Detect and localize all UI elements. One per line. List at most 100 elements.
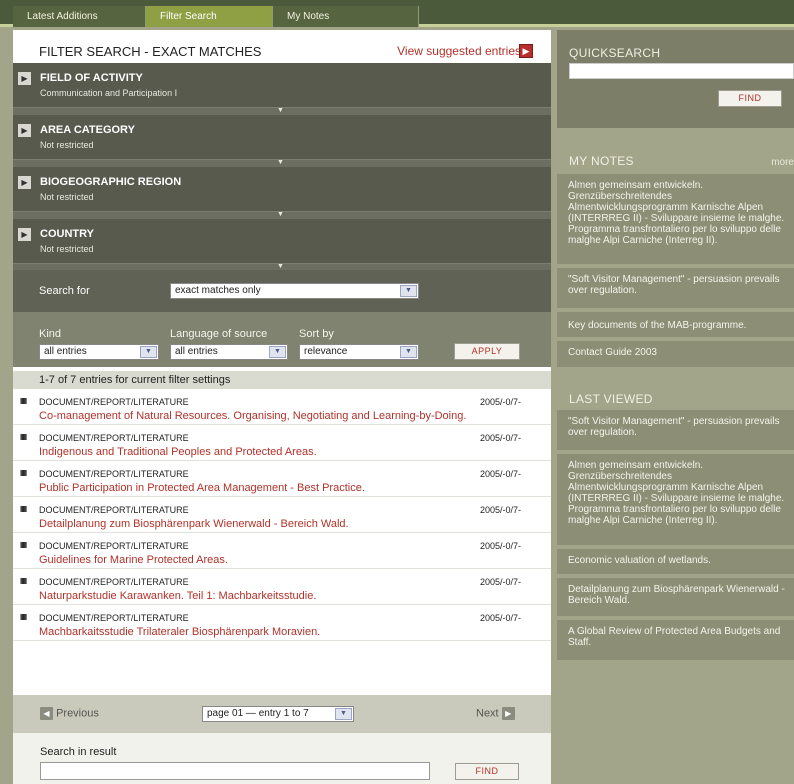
previous-label: Previous [56, 707, 99, 720]
results-list: IIIII DOCUMENT/REPORT/LITERATURE 2005/-0… [13, 389, 551, 641]
result-title-link[interactable]: Co-management of Natural Resources. Orga… [39, 410, 466, 422]
facet-value: Communication and Participation I [40, 88, 178, 98]
facet-country[interactable]: ▶ COUNTRY Not restricted ▼ [13, 219, 551, 271]
next-button[interactable]: Next ▶ [476, 707, 515, 720]
result-type: DOCUMENT/REPORT/LITERATURE [39, 433, 189, 443]
last-viewed-item[interactable]: A Global Review of Protected Area Budget… [557, 620, 794, 660]
results-count: 1-7 of 7 entries for current filter sett… [13, 371, 551, 389]
result-type: DOCUMENT/REPORT/LITERATURE [39, 397, 189, 407]
sort-select[interactable]: relevance ▼ [299, 344, 419, 360]
find-button[interactable]: FIND [455, 763, 519, 780]
result-date: 2005/-0/7- [480, 577, 522, 587]
relevance-indicator: IIIII [20, 505, 27, 514]
right-sidebar: QUICKSEARCH FIND MY NOTES more Almen gem… [557, 30, 794, 784]
note-item[interactable]: Contact Guide 2003 [557, 341, 794, 367]
result-date: 2005/-0/7- [480, 397, 522, 407]
top-tab-bar: Latest Additions Filter Search My Notes [0, 0, 794, 27]
result-type: DOCUMENT/REPORT/LITERATURE [39, 541, 189, 551]
view-suggested-link[interactable]: View suggested entries [397, 44, 521, 58]
result-title-link[interactable]: Naturparkstudie Karawanken. Teil 1: Mach… [39, 590, 316, 602]
result-type: DOCUMENT/REPORT/LITERATURE [39, 469, 189, 479]
result-title-link[interactable]: Public Participation in Protected Area M… [39, 482, 365, 494]
result-type: DOCUMENT/REPORT/LITERATURE [39, 613, 189, 623]
quicksearch-input[interactable] [569, 63, 794, 79]
facet-toggle-bar[interactable]: ▼ [13, 107, 551, 115]
language-select[interactable]: all entries ▼ [170, 344, 288, 360]
filter-options-row: Kind Language of source Sort by all entr… [13, 312, 551, 367]
facet-value: Not restricted [40, 244, 94, 254]
facet-field-of-activity[interactable]: ▶ FIELD OF ACTIVITY Communication and Pa… [13, 63, 551, 115]
filter-search-panel: FILTER SEARCH - EXACT MATCHES View sugge… [13, 30, 551, 784]
expand-icon[interactable]: ▶ [18, 124, 31, 137]
result-item[interactable]: IIIII DOCUMENT/REPORT/LITERATURE 2005/-0… [13, 569, 551, 605]
facet-title: BIOGEOGRAPHIC REGION [40, 176, 182, 188]
result-item[interactable]: IIIII DOCUMENT/REPORT/LITERATURE 2005/-0… [13, 461, 551, 497]
relevance-indicator: IIIII [20, 541, 27, 550]
result-item[interactable]: IIIII DOCUMENT/REPORT/LITERATURE 2005/-0… [13, 425, 551, 461]
expand-icon[interactable]: ▶ [18, 72, 31, 85]
expand-icon[interactable]: ▶ [18, 228, 31, 241]
facet-biogeographic-region[interactable]: ▶ BIOGEOGRAPHIC REGION Not restricted ▼ [13, 167, 551, 219]
quicksearch-title: QUICKSEARCH [569, 46, 661, 60]
apply-button[interactable]: APPLY [454, 343, 520, 360]
next-label: Next [476, 707, 499, 720]
chevron-down-icon[interactable]: ▼ [400, 346, 417, 358]
result-item[interactable]: IIIII DOCUMENT/REPORT/LITERATURE 2005/-0… [13, 497, 551, 533]
chevron-down-icon[interactable]: ▼ [335, 708, 352, 720]
chevron-down-icon[interactable]: ▼ [400, 285, 417, 297]
last-viewed-item[interactable]: Almen gemeinsam entwickeln. Grenzübersch… [557, 454, 794, 545]
result-item[interactable]: IIIII DOCUMENT/REPORT/LITERATURE 2005/-0… [13, 533, 551, 569]
language-label: Language of source [170, 328, 268, 340]
search-in-result-input[interactable] [40, 762, 430, 780]
last-viewed-title: LAST VIEWED [569, 392, 653, 406]
kind-select[interactable]: all entries ▼ [39, 344, 159, 360]
facet-area-category[interactable]: ▶ AREA CATEGORY Not restricted ▼ [13, 115, 551, 167]
search-for-row: Search for exact matches only ▼ [13, 270, 551, 312]
last-viewed-item[interactable]: Detailplanung zum Biosphärenpark Wienerw… [557, 578, 794, 616]
page-title: FILTER SEARCH - EXACT MATCHES [39, 44, 262, 59]
result-date: 2005/-0/7- [480, 433, 522, 443]
tab-latest-additions[interactable]: Latest Additions [13, 6, 146, 27]
result-title-link[interactable]: Machbarkaitsstudie Trilateraler Biosphär… [39, 626, 320, 638]
facet-toggle-bar[interactable]: ▼ [13, 159, 551, 167]
chevron-down-icon[interactable]: ▼ [269, 346, 286, 358]
kind-label: Kind [39, 328, 62, 340]
tab-filter-search[interactable]: Filter Search [146, 6, 273, 27]
facet-title: AREA CATEGORY [40, 124, 135, 136]
result-date: 2005/-0/7- [480, 613, 522, 623]
sort-value: relevance [304, 346, 348, 357]
result-item[interactable]: IIIII DOCUMENT/REPORT/LITERATURE 2005/-0… [13, 389, 551, 425]
relevance-indicator: IIIII [20, 577, 27, 586]
note-item[interactable]: "Soft Visitor Management" - persuasion p… [557, 268, 794, 308]
kind-value: all entries [44, 346, 87, 357]
arrow-right-icon[interactable]: ▶ [519, 44, 533, 58]
note-item[interactable]: Key documents of the MAB-programme. [557, 312, 794, 337]
previous-button[interactable]: ◀ Previous [40, 707, 99, 720]
page-select[interactable]: page 01 — entry 1 to 7 ▼ [202, 706, 354, 722]
my-notes-more-link[interactable]: more [771, 157, 794, 168]
tab-my-notes[interactable]: My Notes [273, 6, 419, 27]
result-title-link[interactable]: Detailplanung zum Biosphärenpark Wienerw… [39, 518, 349, 530]
my-notes-title: MY NOTES [569, 154, 634, 168]
relevance-indicator: IIIII [20, 469, 27, 478]
facet-value: Not restricted [40, 192, 94, 202]
facet-toggle-bar[interactable]: ▼ [13, 211, 551, 219]
relevance-indicator: IIIII [20, 433, 27, 442]
result-type: DOCUMENT/REPORT/LITERATURE [39, 505, 189, 515]
expand-icon[interactable]: ▶ [18, 176, 31, 189]
last-viewed-item[interactable]: "Soft Visitor Management" - persuasion p… [557, 410, 794, 450]
page-select-value: page 01 — entry 1 to 7 [207, 708, 309, 719]
quicksearch-find-button[interactable]: FIND [718, 90, 782, 107]
result-title-link[interactable]: Indigenous and Traditional Peoples and P… [39, 446, 317, 458]
note-item[interactable]: Almen gemeinsam entwickeln. Grenzübersch… [557, 174, 794, 264]
facet-title: COUNTRY [40, 228, 94, 240]
chevron-down-icon[interactable]: ▼ [140, 346, 157, 358]
arrow-right-icon: ▶ [501, 707, 515, 720]
quicksearch-box: QUICKSEARCH FIND [557, 30, 794, 128]
result-item[interactable]: IIIII DOCUMENT/REPORT/LITERATURE 2005/-0… [13, 605, 551, 641]
search-for-select[interactable]: exact matches only ▼ [170, 283, 419, 299]
result-date: 2005/-0/7- [480, 505, 522, 515]
last-viewed-item[interactable]: Economic valuation of wetlands. [557, 549, 794, 574]
caret-down-icon: ▼ [277, 263, 284, 270]
result-title-link[interactable]: Guidelines for Marine Protected Areas. [39, 554, 228, 566]
